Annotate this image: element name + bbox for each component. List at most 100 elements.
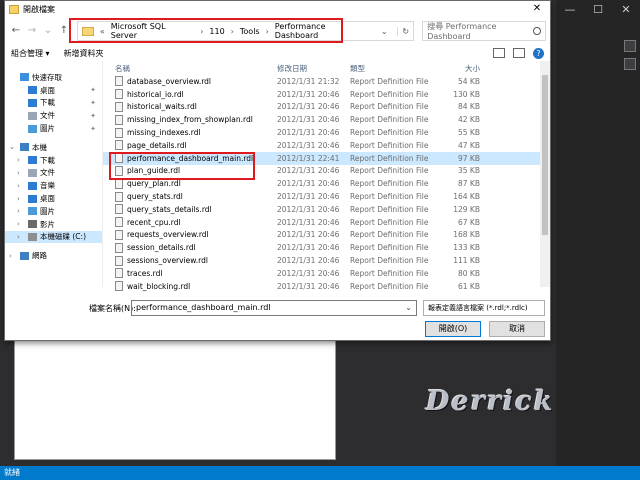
nav-item[interactable]: › 桌面: [5, 192, 102, 205]
file-name-cell[interactable]: database_overview.rdl: [103, 76, 277, 87]
nav-item[interactable]: › 本機磁碟 (C:): [5, 230, 102, 244]
file-name-cell[interactable]: missing_indexes.rdl: [103, 127, 277, 138]
maximize-icon[interactable]: ☐: [584, 0, 612, 20]
nav-item[interactable]: › 影片: [5, 218, 102, 231]
file-date: 2012/1/31 20:46: [277, 179, 340, 189]
expand-caret-icon[interactable]: ›: [17, 156, 25, 164]
nav-item[interactable]: › 下載: [5, 154, 102, 167]
expand-caret-icon[interactable]: ›: [17, 195, 25, 203]
file-row[interactable]: session_details.rdl 2012/1/31 20:46 Report…: [103, 241, 550, 254]
file-row[interactable]: query_stats_details.rdl 2012/1/31 20:46 Re…: [103, 203, 550, 216]
cancel-button[interactable]: 取消: [489, 321, 545, 337]
column-modified[interactable]: 修改日期: [277, 63, 350, 74]
nav-item[interactable]: › 圖片: [5, 205, 102, 218]
file-row[interactable]: historical_io.rdl 2012/1/31 20:46 Report D…: [103, 88, 550, 101]
file-row[interactable]: query_stats.rdl 2012/1/31 20:46 Report Def…: [103, 190, 550, 203]
file-row[interactable]: database_overview.rdl 2012/1/31 21:32 Repo…: [103, 75, 550, 88]
chevron-down-icon[interactable]: ⌄: [377, 27, 391, 36]
filename-value[interactable]: performance_dashboard_main.rdl: [136, 303, 271, 312]
expand-caret-icon[interactable]: ›: [17, 182, 25, 190]
file-name-cell[interactable]: query_stats.rdl: [103, 191, 277, 202]
help-icon[interactable]: ?: [533, 47, 544, 59]
expand-caret-icon[interactable]: ›: [17, 207, 25, 215]
file-name-cell[interactable]: wait_blocking.rdl: [103, 281, 277, 292]
minimize-icon[interactable]: —: [556, 0, 584, 20]
file-name-cell[interactable]: query_plan.rdl: [103, 178, 277, 189]
file-date: 2012/1/31 20:46: [277, 128, 340, 138]
panel-button[interactable]: [624, 58, 636, 70]
nav-item[interactable]: 文件 ✦: [5, 109, 102, 122]
chevron-down-icon[interactable]: ⌄: [405, 301, 412, 315]
file-name-cell[interactable]: missing_index_from_showplan.rdl: [103, 114, 277, 125]
view-options-icon[interactable]: [493, 48, 505, 58]
file-type-value[interactable]: 報表定義語言檔案 (*.rdl;*.rdlc): [428, 304, 528, 312]
file-icon: [115, 204, 123, 215]
scroll-thumb[interactable]: [542, 75, 548, 235]
file-date: 2012/1/31 20:46: [277, 102, 340, 112]
column-type[interactable]: 類型: [350, 63, 433, 74]
column-size[interactable]: 大小: [433, 63, 480, 74]
vertical-scrollbar[interactable]: [540, 61, 550, 287]
file-name-cell[interactable]: session_details.rdl: [103, 242, 277, 253]
nav-item[interactable]: ⌄ 本機: [5, 141, 102, 154]
pin-icon[interactable]: ✦: [90, 99, 96, 107]
back-arrow-icon[interactable]: ←: [9, 22, 23, 40]
search-input[interactable]: 搜尋 Performance Dashboard: [427, 21, 533, 41]
nav-item[interactable]: 下載 ✦: [5, 97, 102, 110]
pin-icon[interactable]: ✦: [90, 125, 96, 133]
filename-field[interactable]: performance_dashboard_main.rdl ⌄: [131, 300, 417, 316]
search-box[interactable]: 搜尋 Performance Dashboard: [422, 21, 546, 41]
recent-dropdown-icon[interactable]: ⌄: [41, 22, 55, 40]
file-size: 129 KB: [453, 204, 480, 214]
new-folder-button[interactable]: 新增資料夾: [64, 48, 104, 59]
file-type-filter[interactable]: 報表定義語言檔案 (*.rdl;*.rdlc): [423, 300, 545, 316]
file-row[interactable]: traces.rdl 2012/1/31 20:46 Report Definiti…: [103, 267, 550, 280]
file-type: Report Definition File: [350, 256, 429, 266]
file-icon: [115, 255, 123, 266]
file-name-cell[interactable]: query_stats_details.rdl: [103, 204, 277, 215]
expand-caret-icon[interactable]: ›: [9, 252, 17, 260]
file-row[interactable]: requests_overview.rdl 2012/1/31 20:46 Repo…: [103, 229, 550, 242]
nav-item[interactable]: › 文件: [5, 167, 102, 180]
nav-item[interactable]: 圖片 ✦: [5, 122, 102, 135]
panel-button[interactable]: [624, 40, 636, 52]
open-button[interactable]: 開啟(O): [425, 321, 481, 337]
column-name[interactable]: 名稱: [103, 63, 277, 74]
file-date: 2012/1/31 20:46: [277, 230, 340, 240]
expand-caret-icon[interactable]: ⌄: [9, 143, 17, 151]
file-row[interactable]: missing_index_from_showplan.rdl 2012/1/31…: [103, 113, 550, 126]
organize-menu[interactable]: 組合管理 ▾: [11, 48, 50, 59]
file-name-cell[interactable]: traces.rdl: [103, 268, 277, 279]
close-icon[interactable]: ✕: [612, 0, 640, 20]
file-row[interactable]: wait_blocking.rdl 2012/1/31 20:46 Report D…: [103, 280, 550, 293]
refresh-icon[interactable]: ↻: [397, 26, 413, 36]
pin-icon[interactable]: ✦: [90, 112, 96, 120]
file-row[interactable]: missing_indexes.rdl 2012/1/31 20:46 Report…: [103, 126, 550, 139]
nav-item-label: 圖片: [40, 124, 55, 134]
file-name-cell[interactable]: page_details.rdl: [103, 140, 277, 151]
file-name-cell[interactable]: recent_cpu.rdl: [103, 217, 277, 228]
file-row[interactable]: recent_cpu.rdl 2012/1/31 20:46 Report Defi…: [103, 216, 550, 229]
nav-item[interactable]: 快速存取: [5, 71, 102, 84]
file-type: Report Definition File: [350, 243, 429, 253]
file-row[interactable]: historical_waits.rdl 2012/1/31 20:46 Repor…: [103, 101, 550, 114]
close-button[interactable]: ✕: [524, 1, 550, 17]
expand-caret-icon[interactable]: ›: [17, 169, 25, 177]
file-row[interactable]: page_details.rdl 2012/1/31 20:46 Report De…: [103, 139, 550, 152]
file-name-cell[interactable]: historical_io.rdl: [103, 89, 277, 100]
file-name-cell[interactable]: historical_waits.rdl: [103, 101, 277, 112]
file-name-cell[interactable]: sessions_overview.rdl: [103, 255, 277, 266]
expand-caret-icon[interactable]: ›: [17, 220, 25, 228]
pin-icon[interactable]: ✦: [90, 86, 96, 94]
file-name-cell[interactable]: requests_overview.rdl: [103, 229, 277, 240]
preview-pane-icon[interactable]: [513, 48, 525, 58]
file-date: 2012/1/31 20:46: [277, 281, 340, 291]
nav-item[interactable]: › 網路: [5, 249, 102, 262]
nav-item[interactable]: 桌面 ✦: [5, 84, 102, 97]
nav-item-label: 文件: [40, 111, 55, 121]
file-row[interactable]: sessions_overview.rdl 2012/1/31 20:46 Repo…: [103, 254, 550, 267]
navigation-pane[interactable]: 快速存取 桌面 ✦ 下載 ✦ 文件 ✦ 圖片 ✦ ⌄ 本機 › 下載 › 文件 › 音樂 › 桌面 › 圖片 › 影片 › 本機…: [5, 61, 103, 287]
nav-item[interactable]: › 音樂: [5, 179, 102, 192]
forward-arrow-icon[interactable]: →: [25, 22, 39, 40]
expand-caret-icon[interactable]: ›: [17, 233, 25, 241]
